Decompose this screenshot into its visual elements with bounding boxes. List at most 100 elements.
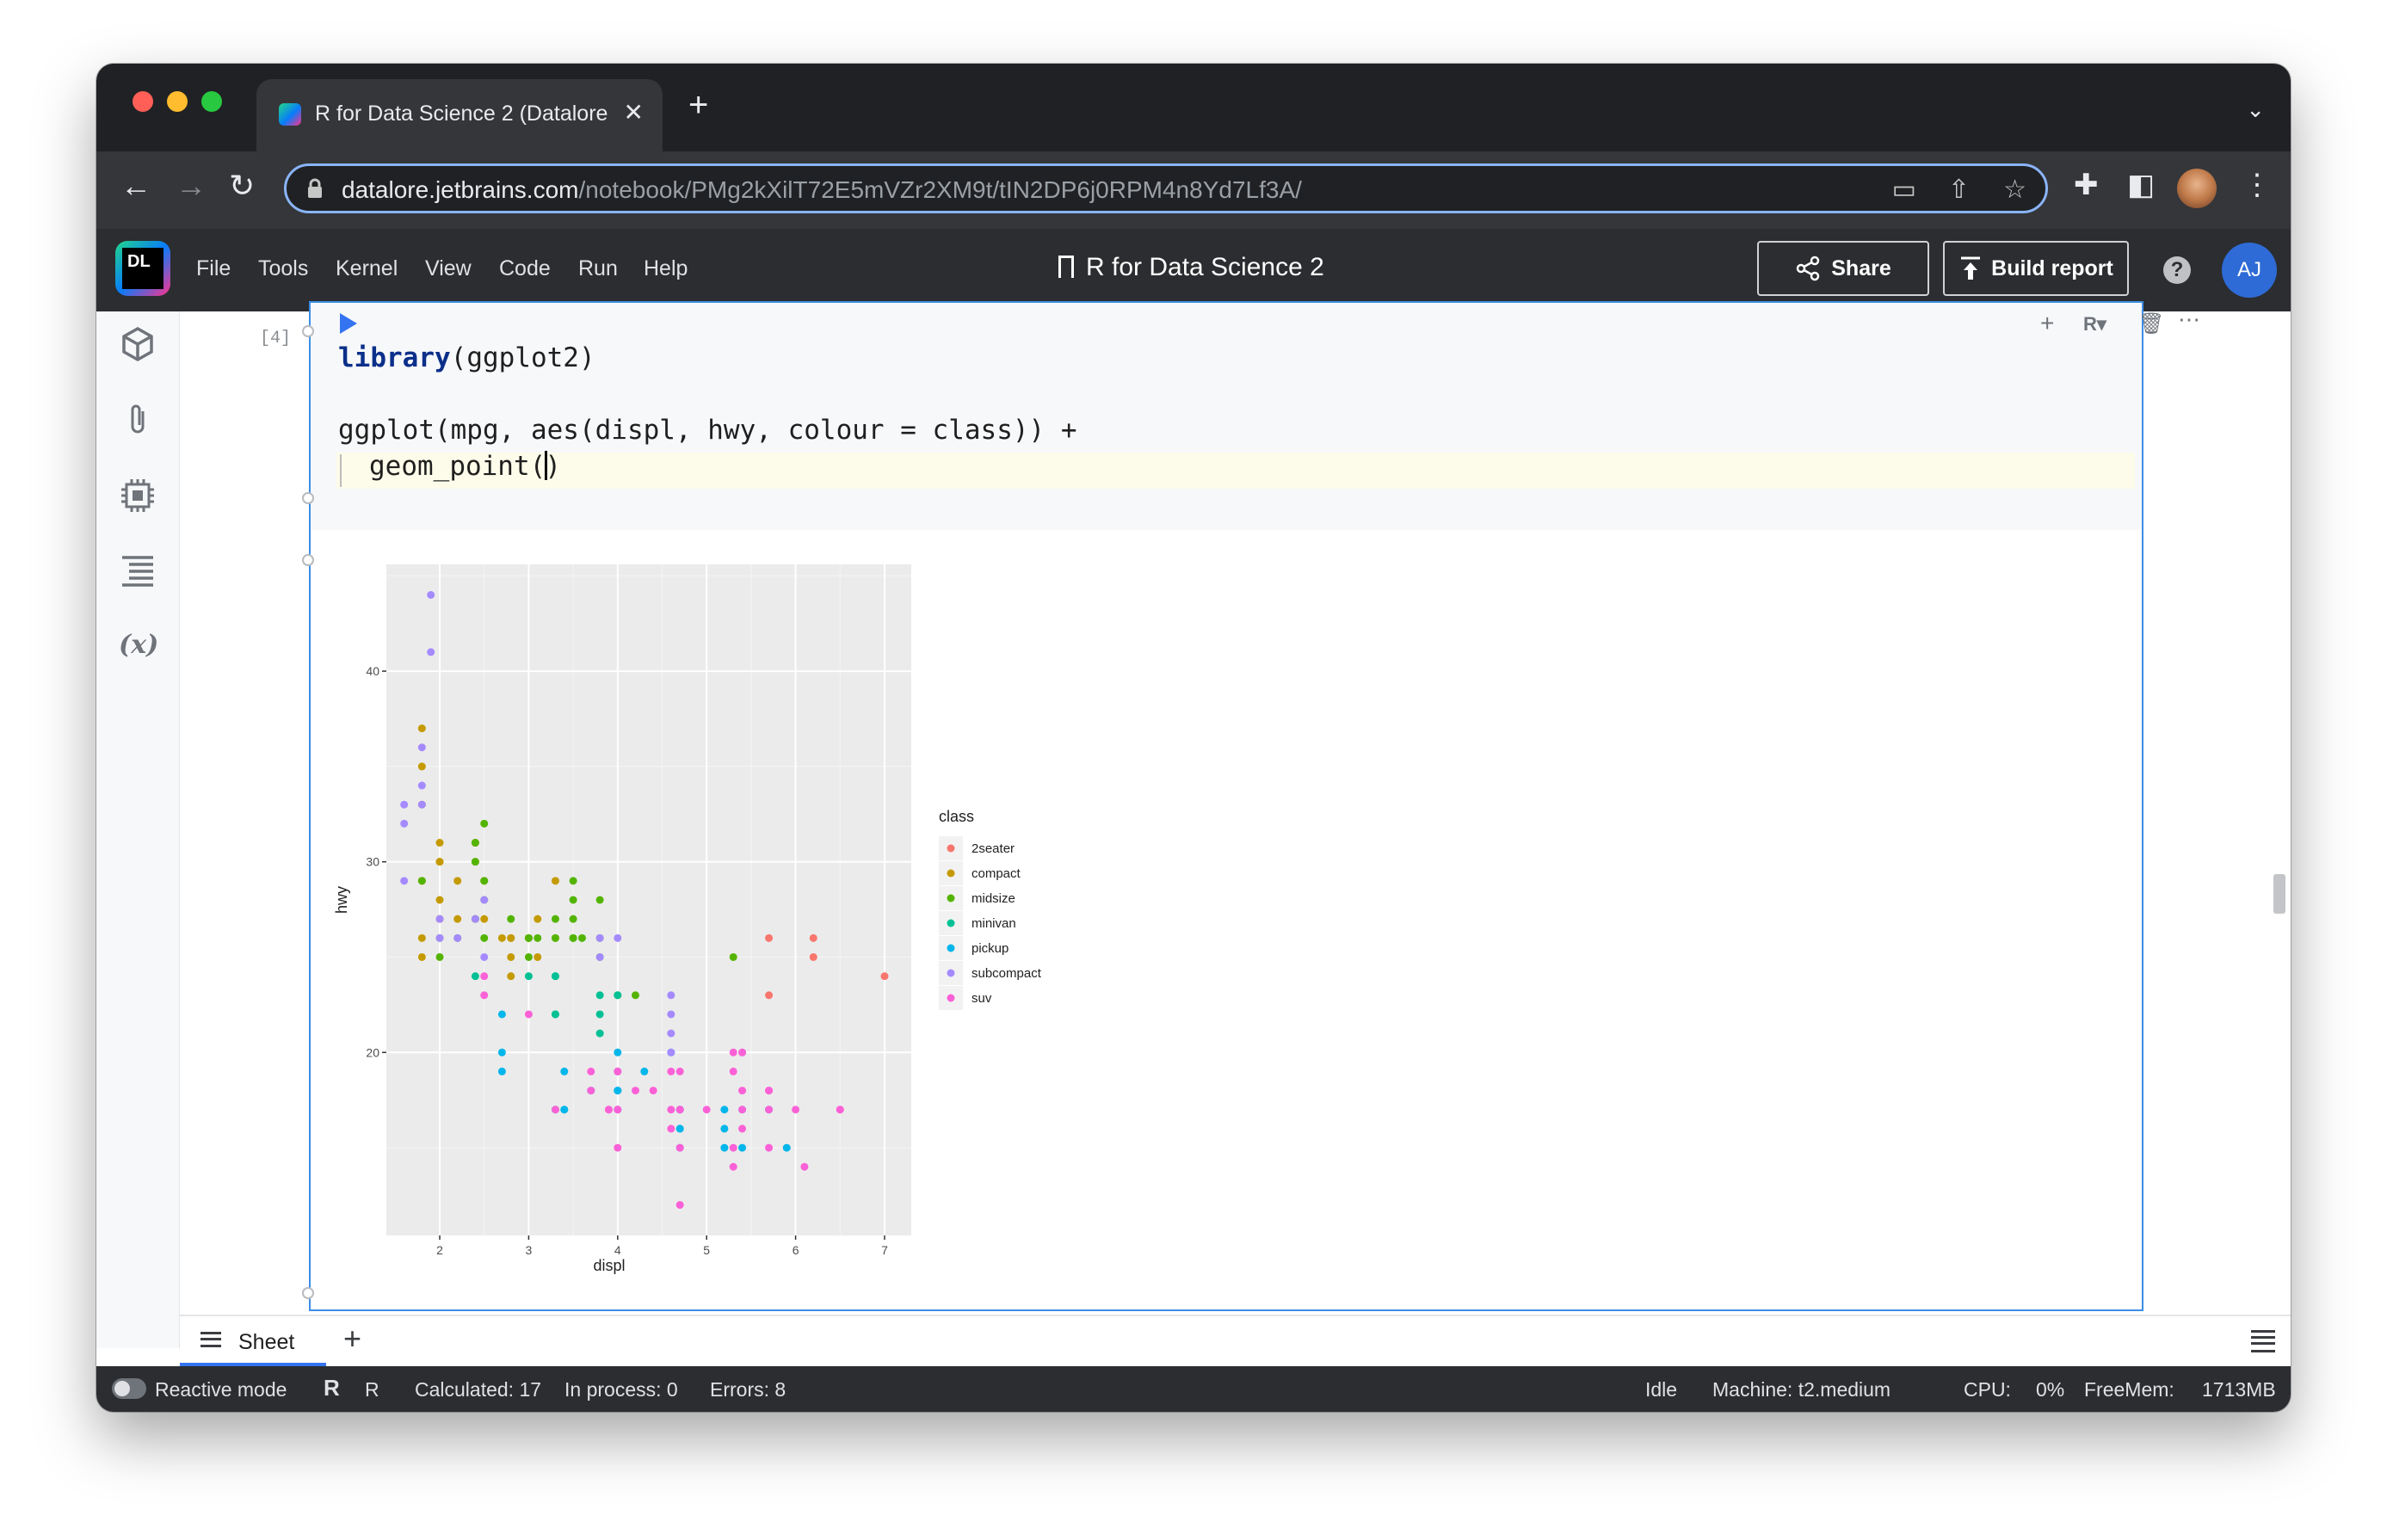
data-point-midsize — [551, 915, 559, 923]
code-line-4: geom_point() — [369, 451, 561, 482]
data-point-suv — [667, 1124, 675, 1133]
upload-icon — [1961, 256, 1981, 280]
data-point-midsize — [595, 896, 604, 904]
attachments-icon[interactable] — [119, 401, 157, 439]
minimize-window-button[interactable] — [167, 91, 188, 112]
build-report-label: Build report — [1991, 256, 2113, 280]
data-point-compact — [453, 915, 462, 923]
cell-menu-icon[interactable]: ⋯ — [2178, 306, 2200, 333]
add-cell-icon[interactable]: + — [2040, 310, 2054, 337]
data-point-suv — [765, 1143, 774, 1152]
extensions-icon[interactable]: ✚ — [2074, 170, 2099, 200]
delete-cell-icon[interactable]: 🗑 — [2138, 311, 2164, 336]
browser-tab[interactable]: R for Data Science 2 (Datalore ✕ — [256, 79, 663, 151]
outline-icon[interactable] — [119, 552, 157, 590]
data-point-subcompact — [667, 1048, 675, 1056]
data-point-compact — [480, 915, 489, 923]
sheet-tab-label: Sheet — [238, 1330, 295, 1354]
data-point-subcompact — [614, 933, 622, 942]
fold-marker[interactable] — [302, 1287, 314, 1299]
errors-count[interactable]: Errors: 8 — [710, 1378, 786, 1401]
data-point-suv — [587, 1067, 595, 1075]
menu-file[interactable]: File — [196, 256, 231, 281]
fold-marker[interactable] — [302, 492, 314, 504]
bookmark-star-icon[interactable]: ☆ — [2003, 175, 2026, 205]
user-avatar[interactable]: AJ — [2222, 243, 2277, 298]
build-report-button[interactable]: Build report — [1943, 241, 2129, 296]
r-kernel-select-icon[interactable]: R▾ — [2083, 313, 2106, 336]
browser-menu-icon[interactable]: ⋮ — [2242, 170, 2272, 200]
data-point-suv — [792, 1106, 800, 1114]
data-point-compact — [435, 896, 444, 904]
data-point-pickup — [640, 1067, 649, 1075]
notebook-title-text: R for Data Science 2 — [1086, 253, 1324, 281]
data-point-pickup — [675, 1124, 684, 1133]
menu-tools[interactable]: Tools — [258, 256, 308, 281]
menu-view[interactable]: View — [425, 256, 472, 281]
reload-icon[interactable]: ↻ — [229, 170, 255, 201]
tab-search-chevron-icon[interactable]: ⌄ — [2246, 96, 2265, 123]
kernel-language[interactable]: R — [365, 1378, 379, 1401]
legend-swatch-midsize — [947, 894, 955, 902]
scrollbar-thumb[interactable] — [2273, 874, 2285, 914]
sheets-menu-icon[interactable] — [2251, 1330, 2275, 1352]
machine-info[interactable]: Machine: t2.medium — [1712, 1378, 1890, 1401]
data-point-suv — [836, 1106, 844, 1114]
x-tick-label: 7 — [881, 1243, 888, 1257]
x-axis-label: displ — [593, 1257, 625, 1274]
data-point-2seater — [809, 952, 817, 961]
new-tab-icon[interactable]: + — [688, 88, 708, 122]
legend-label-compact: compact — [971, 866, 1021, 881]
data-point-subcompact — [480, 952, 489, 961]
in-process-count: In process: 0 — [564, 1378, 678, 1401]
url-path: /notebook/PMg2kXilT72E5mVZr2XM9t/tIN2DP6… — [578, 176, 1302, 203]
data-point-2seater — [809, 933, 817, 942]
share-page-icon[interactable]: ⇧ — [1948, 175, 1970, 205]
data-point-subcompact — [435, 933, 444, 942]
legend-label-midsize: midsize — [971, 891, 1015, 906]
x-tick-label: 3 — [526, 1243, 533, 1257]
side-panel-icon[interactable]: ◧ — [2127, 170, 2155, 200]
datalore-logo[interactable]: DL — [115, 241, 170, 296]
menu-help[interactable]: Help — [644, 256, 688, 281]
sheet-tab[interactable]: Sheet — [180, 1316, 326, 1366]
menu-run[interactable]: Run — [578, 256, 618, 281]
reactive-mode-toggle[interactable] — [112, 1378, 146, 1399]
data-point-suv — [587, 1087, 595, 1095]
back-icon[interactable]: ← — [120, 170, 151, 201]
add-sheet-icon[interactable]: + — [343, 1323, 361, 1354]
freemem-value: 1713MB — [2202, 1378, 2276, 1401]
fold-marker[interactable] — [302, 325, 314, 337]
address-bar[interactable]: datalore.jetbrains.com/notebook/PMg2kXil… — [284, 163, 2048, 213]
logo-text: DL — [122, 248, 163, 289]
data-point-suv — [675, 1067, 684, 1075]
data-point-pickup — [782, 1143, 791, 1152]
packages-icon[interactable] — [119, 325, 157, 363]
data-point-subcompact — [595, 933, 604, 942]
code-cell[interactable]: + R▾ 🗑 ⋯ library(ggplot2) ggplot(mpg, ae… — [302, 301, 2200, 1311]
share-button[interactable]: Share — [1757, 241, 1929, 296]
data-point-subcompact — [400, 877, 409, 885]
data-point-minivan — [595, 1010, 604, 1019]
close-window-button[interactable] — [133, 91, 153, 112]
notebook-title[interactable]: R for Data Science 2 — [1058, 253, 1324, 282]
maximize-window-button[interactable] — [201, 91, 222, 112]
data-point-compact — [551, 877, 559, 885]
profile-avatar[interactable] — [2177, 169, 2217, 208]
data-point-suv — [729, 1162, 737, 1171]
menu-code[interactable]: Code — [499, 256, 551, 281]
variables-icon[interactable]: (x) — [119, 626, 158, 664]
data-point-minivan — [551, 1010, 559, 1019]
code-editor[interactable]: + R▾ 🗑 ⋯ library(ggplot2) ggplot(mpg, ae… — [311, 303, 2200, 530]
help-icon[interactable]: ? — [2163, 256, 2191, 284]
menu-kernel[interactable]: Kernel — [336, 256, 398, 281]
data-point-compact — [534, 952, 542, 961]
environment-icon[interactable] — [119, 477, 157, 514]
run-cell-icon[interactable] — [340, 313, 357, 334]
forward-icon[interactable]: → — [176, 170, 207, 201]
data-point-midsize — [480, 877, 489, 885]
close-tab-icon[interactable]: ✕ — [624, 98, 644, 126]
data-point-suv — [800, 1162, 809, 1171]
fold-marker[interactable] — [302, 554, 314, 566]
clipboard-icon[interactable]: ▭ — [1892, 175, 1916, 205]
